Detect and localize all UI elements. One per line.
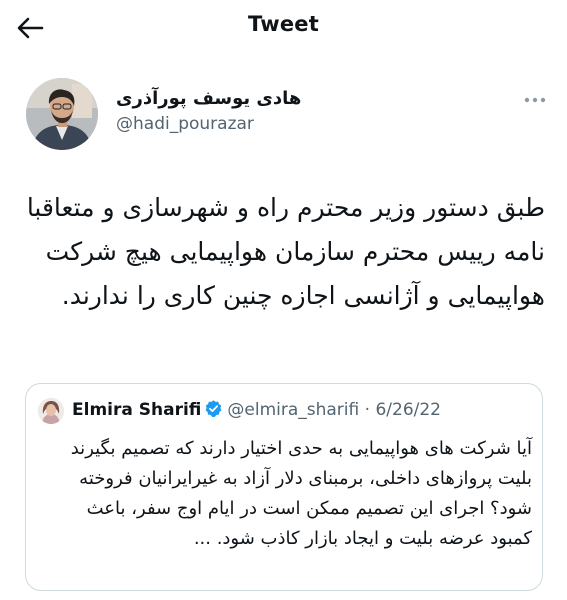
tweet-text: طبق دستور وزیر محترم راه و شهرسازی و متع… bbox=[26, 193, 545, 310]
author-avatar[interactable] bbox=[26, 78, 98, 150]
avatar-image bbox=[26, 78, 98, 150]
author-handle[interactable]: @hadi_pourazar bbox=[116, 114, 254, 134]
quoted-author-avatar[interactable] bbox=[38, 398, 64, 424]
quoted-avatar-image bbox=[38, 398, 64, 424]
quoted-tweet-text: آیا شرکت های هواپیمایی به حدی اختیار دار… bbox=[70, 438, 532, 549]
top-bar: Tweet bbox=[0, 0, 567, 62]
verified-badge-icon bbox=[205, 400, 222, 417]
more-options-button[interactable] bbox=[520, 90, 550, 110]
quoted-tweet[interactable]: Elmira Sharifi @elmira_sharifi · 6/26/22… bbox=[25, 383, 543, 591]
more-horizontal-icon bbox=[524, 97, 546, 103]
quoted-tweet-header: Elmira Sharifi @elmira_sharifi · 6/26/22 bbox=[72, 399, 441, 420]
page-title: Tweet bbox=[248, 12, 319, 36]
quoted-author-name[interactable]: Elmira Sharifi bbox=[72, 400, 201, 420]
quoted-author-handle[interactable]: @elmira_sharifi bbox=[227, 400, 359, 420]
author-name[interactable]: هادی یوسف پورآذری bbox=[116, 88, 301, 109]
quoted-tweet-date[interactable]: 6/26/22 bbox=[375, 400, 441, 420]
tweet-author: هادی یوسف پورآذری @hadi_pourazar bbox=[26, 78, 546, 150]
